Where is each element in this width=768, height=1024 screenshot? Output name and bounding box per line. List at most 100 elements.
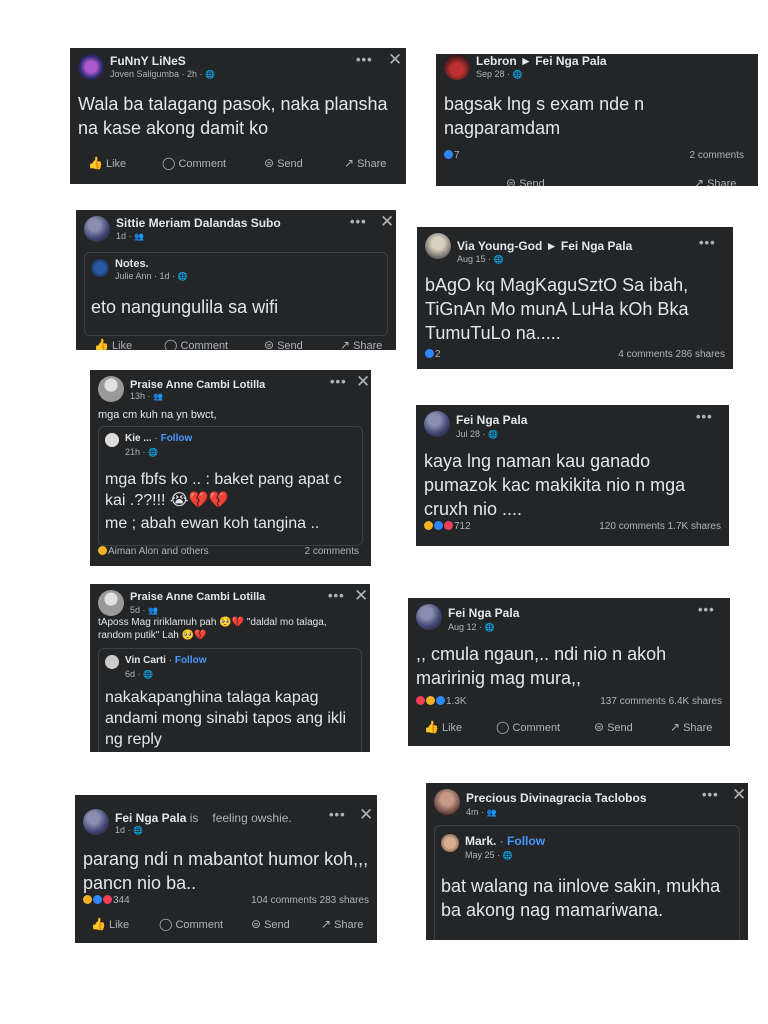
shared-post[interactable]: Vin Carti · Follow 6d · 🌐 nakakapanghina… bbox=[98, 648, 362, 752]
author-name[interactable]: Lebron ► Fei Nga Pala bbox=[476, 54, 607, 68]
comment-button[interactable]: ◯ Comment bbox=[496, 720, 560, 734]
avatar[interactable] bbox=[98, 376, 124, 402]
send-button[interactable]: ⊜ Send bbox=[506, 176, 545, 186]
haha-reaction-icon bbox=[426, 696, 435, 705]
post-text: bagsak lng s exam nde n nagparamdam bbox=[444, 94, 645, 138]
comment-button[interactable]: ◯ Comment bbox=[162, 156, 226, 170]
close-icon[interactable]: ✕ bbox=[388, 50, 402, 70]
like-button[interactable]: 👍 Like bbox=[94, 338, 132, 350]
avatar[interactable] bbox=[441, 834, 459, 852]
share-button[interactable]: ↗ Share bbox=[340, 338, 382, 350]
engagement-counts[interactable]: 137 comments 6.4K shares bbox=[600, 696, 722, 707]
shared-author-name[interactable]: Mark. · Follow bbox=[465, 834, 545, 848]
author-name[interactable]: Praise Anne Cambi Lotilla bbox=[130, 591, 265, 603]
avatar[interactable] bbox=[105, 655, 119, 669]
like-button[interactable]: 👍 Like bbox=[91, 917, 129, 931]
engagement-counts[interactable]: 104 comments 283 shares bbox=[251, 895, 369, 906]
author-name[interactable]: Via Young-God ► Fei Nga Pala bbox=[457, 239, 632, 253]
comment-button[interactable]: ◯ Comment bbox=[164, 338, 228, 350]
avatar[interactable] bbox=[84, 216, 110, 242]
send-button[interactable]: ⊜ Send bbox=[264, 338, 303, 350]
reaction-count[interactable]: 2 bbox=[425, 349, 441, 360]
more-options-icon[interactable]: ••• bbox=[696, 409, 713, 424]
engagement-counts[interactable]: 4 comments 286 shares bbox=[618, 349, 725, 360]
send-button[interactable]: ⊜ Send bbox=[594, 720, 633, 734]
share-button[interactable]: ↗ Share bbox=[694, 176, 736, 186]
author-name[interactable]: Sittie Meriam Dalandas Subo bbox=[116, 216, 281, 230]
like-button[interactable]: 👍 Like bbox=[88, 156, 126, 170]
send-button[interactable]: ⊜ Send bbox=[251, 917, 290, 931]
shared-author-name[interactable]: Vin Carti · Follow bbox=[125, 655, 207, 666]
comment-button[interactable]: ◯ Comment bbox=[159, 917, 223, 931]
shared-author-name[interactable]: Notes. bbox=[115, 258, 149, 270]
more-options-icon[interactable]: ••• bbox=[330, 374, 347, 389]
author-name[interactable]: Praise Anne Cambi Lotilla bbox=[130, 379, 265, 391]
post-card: Precious Divinagracia Taclobos 4m · 👥 ••… bbox=[426, 783, 748, 940]
globe-icon: 🌐 bbox=[484, 623, 495, 632]
follow-link[interactable]: Follow bbox=[175, 655, 207, 666]
author-name[interactable]: Fei Nga Pala bbox=[448, 606, 519, 620]
avatar[interactable] bbox=[78, 54, 104, 80]
reaction-count[interactable]: Aiman Alon and others bbox=[98, 546, 209, 557]
author-name[interactable]: FuNnY LiNeS bbox=[110, 54, 186, 68]
avatar[interactable] bbox=[83, 809, 109, 835]
avatar[interactable] bbox=[91, 259, 109, 277]
close-icon[interactable]: ✕ bbox=[732, 785, 746, 805]
follow-link[interactable]: Follow bbox=[161, 433, 193, 444]
author-name[interactable]: Precious Divinagracia Taclobos bbox=[466, 791, 647, 805]
share-icon: ↗ bbox=[670, 720, 681, 734]
post-text: bAgO kq MagKaguSztO Sa ibah, TiGnAn Mo m… bbox=[425, 275, 689, 343]
post-meta: 4m · 👥 bbox=[466, 807, 497, 817]
avatar[interactable] bbox=[444, 54, 470, 80]
shared-post[interactable]: Kie ... · Follow 21h · 🌐 mga fbfs ko .. … bbox=[98, 426, 363, 546]
avatar[interactable] bbox=[434, 789, 460, 815]
avatar[interactable] bbox=[98, 590, 124, 616]
reaction-count[interactable]: 712 bbox=[424, 521, 471, 532]
post-meta: Joven Saligumba · 2h · 🌐 bbox=[110, 69, 216, 79]
shared-author-name[interactable]: Kie ... · Follow bbox=[125, 433, 192, 444]
more-options-icon[interactable]: ••• bbox=[699, 235, 716, 250]
shared-post-meta: Julie Ann · 1d · 🌐 bbox=[115, 271, 188, 281]
reaction-count[interactable]: 7 bbox=[444, 150, 460, 161]
send-icon: ⊜ bbox=[251, 917, 262, 931]
globe-icon: 🌐 bbox=[205, 70, 216, 79]
share-button[interactable]: ↗ Share bbox=[344, 156, 386, 170]
globe-icon: 🌐 bbox=[133, 826, 143, 835]
avatar[interactable] bbox=[424, 411, 450, 437]
share-icon: ↗ bbox=[321, 917, 332, 931]
comment-count[interactable]: 2 comments bbox=[690, 150, 744, 161]
like-button[interactable]: 👍 Like bbox=[424, 720, 462, 734]
follow-link[interactable]: Follow bbox=[507, 834, 545, 848]
more-options-icon[interactable]: ••• bbox=[698, 602, 715, 617]
send-button[interactable]: ⊜ Send bbox=[264, 156, 303, 170]
author-name[interactable]: Fei Nga Pala bbox=[456, 413, 527, 427]
shared-post[interactable]: Notes. Julie Ann · 1d · 🌐 eto nangunguli… bbox=[84, 252, 388, 336]
post-meta: 5d · 👥 bbox=[130, 605, 158, 615]
avatar[interactable] bbox=[425, 233, 451, 259]
more-options-icon[interactable]: ••• bbox=[702, 787, 719, 802]
more-options-icon[interactable]: ••• bbox=[356, 52, 373, 67]
post-text: ,, cmula ngaun,.. ndi nio n akoh maririn… bbox=[416, 644, 667, 688]
comment-icon: ◯ bbox=[159, 917, 173, 931]
author-name[interactable]: Fei Nga Pala is feeling owshie. bbox=[115, 811, 292, 825]
avatar[interactable] bbox=[105, 433, 119, 447]
more-options-icon[interactable]: ••• bbox=[328, 588, 345, 603]
more-options-icon[interactable]: ••• bbox=[350, 214, 367, 229]
share-icon: ↗ bbox=[340, 338, 351, 350]
share-button[interactable]: ↗ Share bbox=[670, 720, 712, 734]
reaction-count[interactable]: 344 bbox=[83, 895, 130, 906]
close-icon[interactable]: ✕ bbox=[356, 372, 370, 392]
comment-count[interactable]: 2 comments bbox=[305, 546, 359, 557]
close-icon[interactable]: ✕ bbox=[354, 586, 368, 606]
avatar[interactable] bbox=[416, 604, 442, 630]
close-icon[interactable]: ✕ bbox=[359, 805, 373, 825]
engagement-counts[interactable]: 120 comments 1.7K shares bbox=[599, 521, 721, 532]
shared-post[interactable]: Mark. · Follow May 25 · 🌐 bat walang na … bbox=[434, 825, 740, 940]
more-options-icon[interactable]: ••• bbox=[329, 807, 346, 822]
share-button[interactable]: ↗ Share bbox=[321, 917, 363, 931]
close-icon[interactable]: ✕ bbox=[380, 212, 394, 232]
post-card: Lebron ► Fei Nga Pala Sep 28 · 🌐 bagsak … bbox=[436, 54, 758, 186]
like-reaction-icon bbox=[425, 349, 434, 358]
love-reaction-icon bbox=[416, 696, 425, 705]
reaction-count[interactable]: 1.3K bbox=[416, 696, 467, 707]
